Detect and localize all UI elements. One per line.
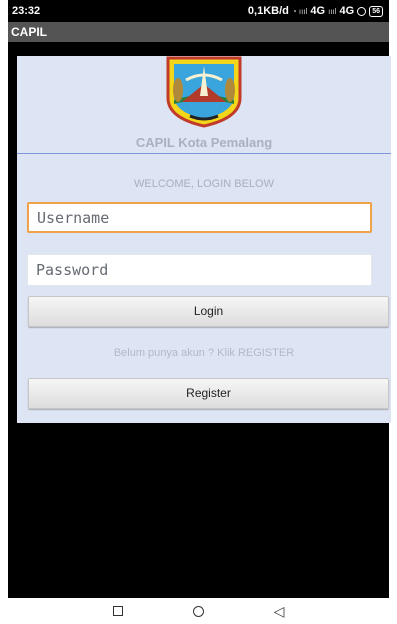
app-title: CAPIL xyxy=(11,25,47,39)
recent-apps-square-icon[interactable] xyxy=(112,606,123,616)
signal-icon-2: ıııl xyxy=(328,6,337,16)
register-hint: Belum punya akun ? Klik REGISTER xyxy=(113,347,295,359)
header-divider xyxy=(17,153,391,154)
status-bar: 23:32 0,1KB/d ◔ ıııl 4G ıııl 4G 56 xyxy=(8,0,389,22)
alarm-icon xyxy=(357,6,367,16)
signal-icon: ◔ ıııl xyxy=(291,6,308,16)
username-input[interactable] xyxy=(27,202,372,233)
welcome-text: WELCOME, LOGIN BELOW xyxy=(134,178,274,190)
home-circle-icon[interactable] xyxy=(192,605,204,617)
app-title-bar: CAPIL xyxy=(8,22,389,42)
network-type-1: 4G xyxy=(310,5,326,17)
register-button[interactable]: Register xyxy=(28,378,389,409)
status-time: 23:32 xyxy=(12,5,41,17)
login-button[interactable]: Login xyxy=(28,296,389,327)
org-name: CAPIL Kota Pemalang xyxy=(135,135,273,150)
network-type-2: 4G xyxy=(339,5,355,17)
regency-emblem-icon xyxy=(166,56,242,128)
system-nav-bar: ◁ xyxy=(0,598,397,624)
battery-icon: 56 xyxy=(369,5,383,17)
back-triangle-icon[interactable]: ◁ xyxy=(274,604,285,618)
login-card: CAPIL Kota Pemalang WELCOME, LOGIN BELOW xyxy=(17,56,391,423)
network-speed: 0,1KB/d xyxy=(247,5,289,17)
status-indicators: 0,1KB/d ◔ ıııl 4G ıııl 4G 56 xyxy=(248,5,383,17)
password-input[interactable] xyxy=(27,254,372,286)
